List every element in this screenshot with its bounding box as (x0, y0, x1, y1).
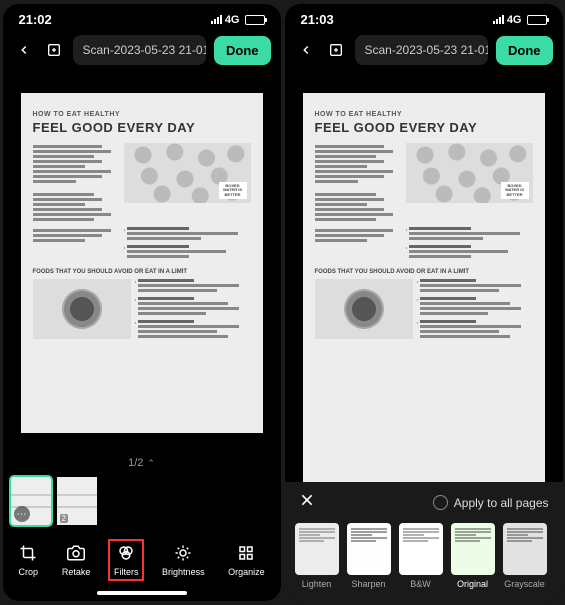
filter-thumb (295, 523, 339, 575)
doc-subheading: HOW TO EAT HEALTHY (315, 111, 533, 118)
status-time: 21:02 (19, 12, 52, 27)
crop-button[interactable]: Crop (12, 539, 44, 581)
organize-button[interactable]: Organize (222, 539, 271, 581)
filter-grayscale[interactable]: Grayscale (503, 523, 547, 589)
close-button[interactable] (299, 492, 323, 513)
doc-section-heading: FOODS THAT YOU SHOULD AVOID OR EAT IN A … (33, 269, 251, 275)
status-indicators: 4G (493, 14, 547, 26)
status-time: 21:03 (301, 12, 334, 27)
camera-icon (66, 543, 86, 563)
radio-icon (433, 495, 448, 510)
apply-to-all-toggle[interactable]: Apply to all pages (433, 495, 549, 510)
signal-icon (493, 15, 504, 24)
filter-sharpen[interactable]: Sharpen (347, 523, 391, 589)
crop-label: Crop (19, 567, 39, 577)
filter-thumb (399, 523, 443, 575)
back-button[interactable] (295, 39, 317, 61)
thumbnail-page-1[interactable]: ⋯ (11, 477, 51, 525)
filters-button[interactable]: Filters (108, 539, 145, 581)
filter-thumb (503, 523, 547, 575)
done-button[interactable]: Done (496, 36, 553, 65)
filter-label: Grayscale (504, 579, 545, 589)
filter-lighten[interactable]: Lighten (295, 523, 339, 589)
doc-section-heading: FOODS THAT YOU SHOULD AVOID OR EAT IN A … (315, 269, 533, 275)
thumbnail-page-2[interactable]: 2 (57, 477, 97, 525)
home-indicator[interactable] (97, 591, 187, 595)
chevron-left-icon (17, 43, 31, 57)
retake-button[interactable]: Retake (56, 539, 97, 581)
document-title-field[interactable]: Scan-2023-05-23 21-01-17 (73, 35, 207, 65)
retake-label: Retake (62, 567, 91, 577)
brightness-button[interactable]: Brightness (156, 539, 211, 581)
page-thumbnails: ⋯ 2 (3, 473, 281, 529)
filters-label: Filters (114, 567, 139, 577)
back-button[interactable] (13, 39, 35, 61)
battery-icon (527, 15, 547, 25)
chevron-left-icon (299, 43, 313, 57)
status-bar: 21:03 4G (285, 4, 563, 31)
doc-callout: BOXED WATER IS BETTER (501, 182, 529, 199)
network-label: 4G (507, 14, 522, 26)
battery-icon (245, 15, 265, 25)
filter-panel: Apply to all pages Lighten Sharpen B&W (285, 482, 563, 601)
filter-thumb (451, 523, 495, 575)
apply-to-all-label: Apply to all pages (454, 496, 549, 510)
doc-heading: FEEL GOOD EVERY DAY (33, 120, 251, 135)
add-page-icon (328, 42, 344, 58)
filter-thumb (347, 523, 391, 575)
top-nav: Scan-2023-05-23 21-01-17 Done (3, 31, 281, 73)
scanned-document: HOW TO EAT HEALTHY FEEL GOOD EVERY DAY B… (21, 93, 263, 433)
page-indicator[interactable]: 1/2 ⌃ (3, 453, 281, 473)
add-page-button[interactable] (325, 39, 347, 61)
organize-icon (236, 543, 256, 563)
doc-callout: BOXED WATER IS BETTER (219, 182, 247, 199)
close-icon (299, 492, 315, 508)
add-page-icon (46, 42, 62, 58)
network-label: 4G (225, 14, 240, 26)
top-nav: Scan-2023-05-23 21-01-17 Done (285, 31, 563, 73)
organize-label: Organize (228, 567, 265, 577)
filter-label: B&W (410, 579, 431, 589)
document-viewport[interactable]: HOW TO EAT HEALTHY FEEL GOOD EVERY DAY B… (3, 73, 281, 453)
brightness-icon (173, 543, 193, 563)
filters-icon (116, 543, 136, 563)
document-title-field[interactable]: Scan-2023-05-23 21-01-17 (355, 35, 489, 65)
filter-label: Sharpen (351, 579, 385, 589)
filter-original[interactable]: Original (451, 523, 495, 589)
status-indicators: 4G (211, 14, 265, 26)
thumbnail-menu-icon[interactable]: ⋯ (14, 506, 30, 522)
bottom-toolbar: Crop Retake Filters Brightness Organize (3, 529, 281, 587)
crop-icon (18, 543, 38, 563)
signal-icon (211, 15, 222, 24)
brightness-label: Brightness (162, 567, 205, 577)
chevron-up-icon: ⌃ (147, 458, 155, 469)
filter-bw[interactable]: B&W (399, 523, 443, 589)
thumbnail-number: 2 (60, 514, 68, 523)
page-count-label: 1/2 (128, 457, 143, 469)
doc-heading: FEEL GOOD EVERY DAY (315, 120, 533, 135)
done-button[interactable]: Done (214, 36, 271, 65)
doc-subheading: HOW TO EAT HEALTHY (33, 111, 251, 118)
filter-label: Lighten (302, 579, 332, 589)
filter-label: Original (457, 579, 488, 589)
status-bar: 21:02 4G (3, 4, 281, 31)
add-page-button[interactable] (43, 39, 65, 61)
